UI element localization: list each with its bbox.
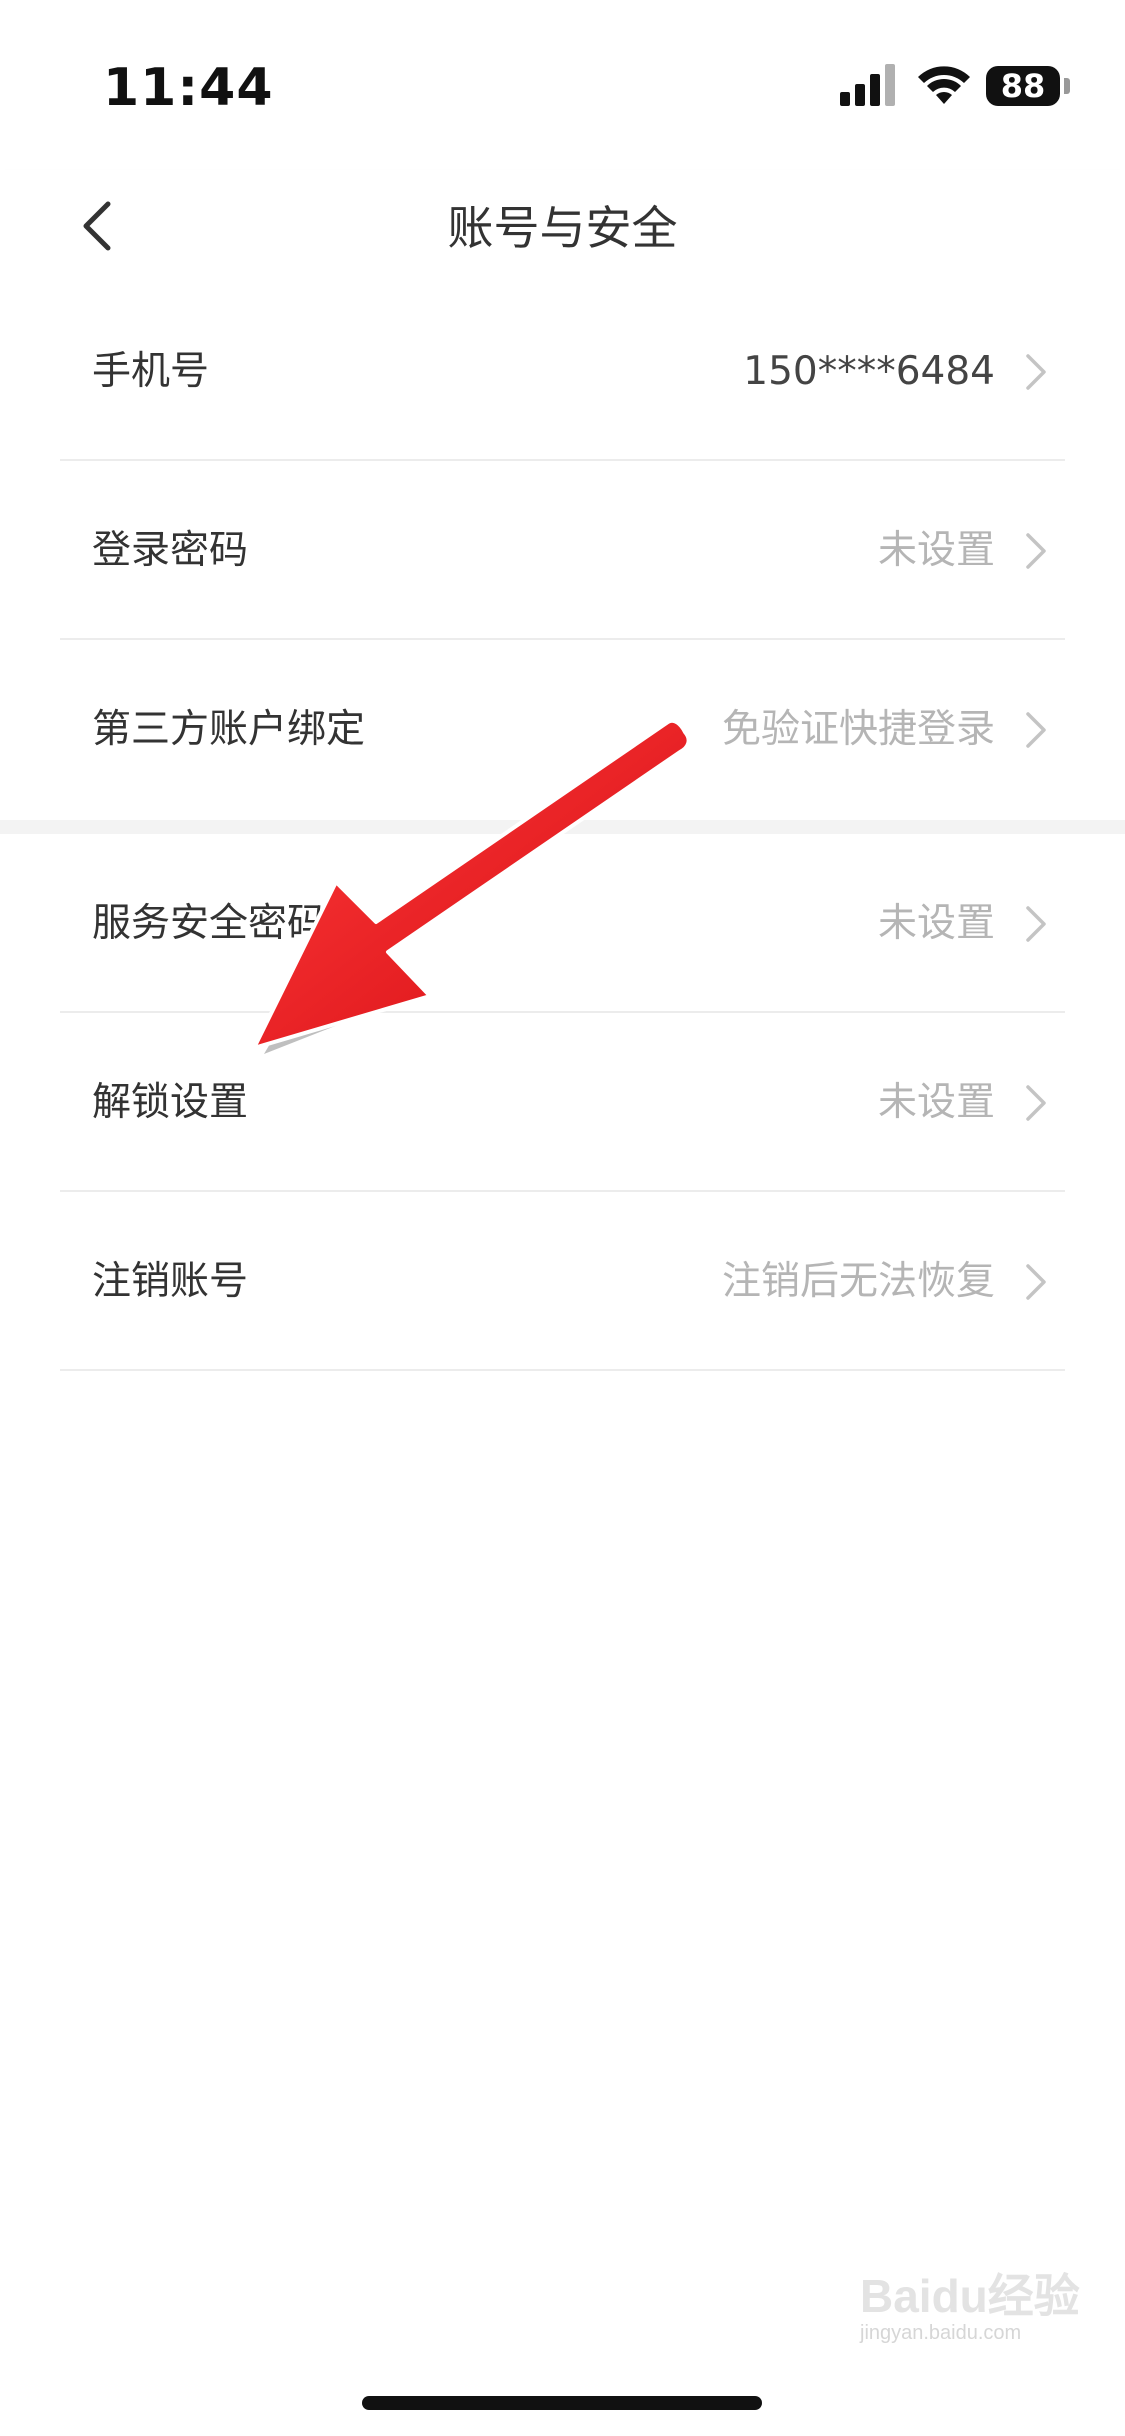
section-divider [0, 820, 1125, 834]
list-item-unlock-settings[interactable]: 解锁设置 未设置 [0, 1013, 1125, 1192]
battery-icon: 88 [986, 66, 1060, 106]
divider [60, 1369, 1065, 1371]
watermark-logo: Baidu经验 [860, 2270, 1080, 2322]
list-item-third-party-binding[interactable]: 第三方账户绑定 免验证快捷登录 [0, 640, 1125, 819]
chevron-right-icon [1026, 1085, 1046, 1121]
row-value: 注销后无法恢复 [721, 1259, 995, 1304]
nav-bar: 账号与安全 [0, 170, 1125, 282]
chevron-right-icon [1026, 1264, 1046, 1300]
row-value: 150****6484 [743, 349, 995, 394]
row-label: 手机号 [92, 349, 210, 394]
row-value: 免验证快捷登录 [721, 707, 995, 752]
battery-tip [1064, 78, 1070, 94]
page-title: 账号与安全 [447, 201, 678, 255]
watermark-url: jingyan.baidu.com [860, 2322, 1022, 2344]
status-time: 11:44 [103, 58, 274, 118]
account-section: 手机号 150****6484 登录密码 未设置 第三方账户绑定 免验证快捷登录 [0, 282, 1125, 819]
row-value: 未设置 [877, 1080, 995, 1125]
chevron-right-icon [1026, 533, 1046, 569]
list-item-phone[interactable]: 手机号 150****6484 [0, 282, 1125, 461]
row-value: 未设置 [877, 528, 995, 573]
security-section: 服务安全密码 未设置 解锁设置 未设置 注销账号 注销后无法恢复 [0, 834, 1125, 1371]
status-bar: 11:44 88 [0, 0, 1125, 170]
signal-icon [840, 64, 895, 106]
watermark: Baidu经验 jingyan.baidu.com [860, 2260, 1080, 2370]
row-label: 注销账号 [92, 1259, 249, 1304]
row-label: 服务安全密码 [92, 901, 327, 946]
chevron-right-icon [1026, 712, 1046, 748]
list-item-delete-account[interactable]: 注销账号 注销后无法恢复 [0, 1192, 1125, 1371]
list-item-login-password[interactable]: 登录密码 未设置 [0, 461, 1125, 640]
row-label: 第三方账户绑定 [92, 707, 366, 752]
chevron-right-icon [1026, 906, 1046, 942]
wifi-icon [918, 66, 970, 104]
list-item-service-password[interactable]: 服务安全密码 未设置 [0, 834, 1125, 1013]
chevron-right-icon [1026, 354, 1046, 390]
row-label: 解锁设置 [92, 1080, 249, 1125]
home-indicator[interactable] [362, 2396, 762, 2410]
row-label: 登录密码 [92, 528, 249, 573]
row-value: 未设置 [877, 901, 995, 946]
